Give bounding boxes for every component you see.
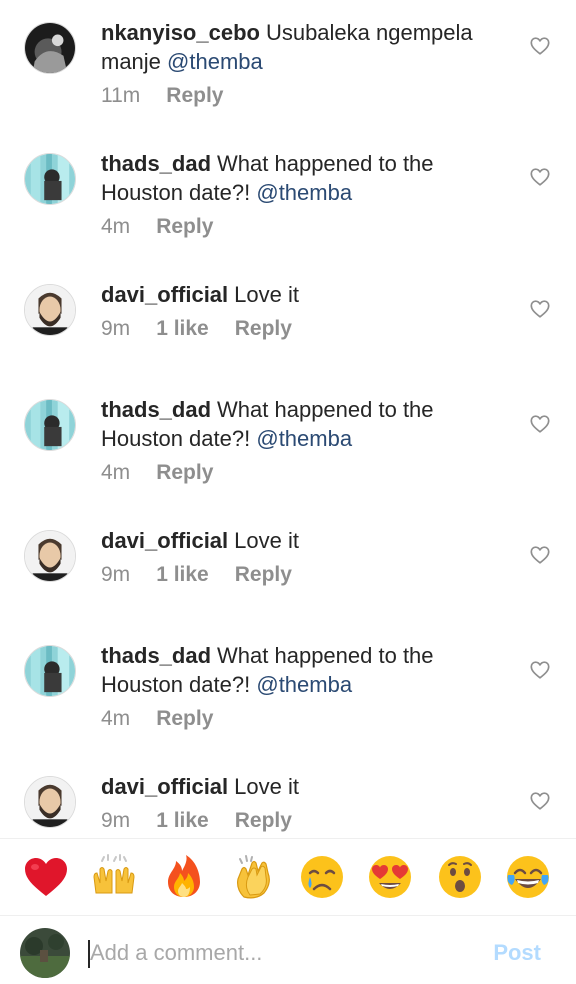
reply-button[interactable]: Reply <box>156 215 213 238</box>
comment-meta: 9m 1 like Reply <box>101 315 481 343</box>
astonished-face-icon[interactable] <box>436 853 484 901</box>
comment-mention[interactable]: @themba <box>256 672 352 697</box>
comment-message: Love it <box>234 528 299 553</box>
comment-message: Love it <box>234 282 299 307</box>
comment-time: 11m <box>101 84 141 107</box>
like-count[interactable]: 1 like <box>156 317 209 340</box>
comment-text: thads_dad What happened to the Houston da… <box>101 395 481 453</box>
post-button[interactable]: Post <box>493 940 541 966</box>
comment-username[interactable]: davi_official <box>101 282 228 307</box>
reply-button[interactable]: Reply <box>235 317 292 340</box>
reply-button[interactable]: Reply <box>235 809 292 832</box>
comment-text: davi_official Love it <box>101 772 481 801</box>
like-heart-icon[interactable] <box>529 35 551 57</box>
comment-body: thads_dad What happened to the Houston da… <box>101 641 481 733</box>
comment-body: nkanyiso_cebo Usubaleka ngempela manje @t… <box>101 18 481 110</box>
red-heart-icon[interactable] <box>22 853 70 901</box>
reply-button[interactable]: Reply <box>166 84 223 107</box>
raising-hands-icon[interactable] <box>90 853 138 901</box>
comment-composer: Post <box>0 916 576 984</box>
comment-meta: 11m Reply <box>101 82 481 110</box>
comment-body: davi_official Love it 9m 1 like Reply <box>101 772 481 835</box>
reply-button[interactable]: Reply <box>156 461 213 484</box>
comment-username[interactable]: nkanyiso_cebo <box>101 20 260 45</box>
comment-body: davi_official Love it 9m 1 like Reply <box>101 526 481 589</box>
comment-body: thads_dad What happened to the Houston da… <box>101 395 481 487</box>
like-heart-icon[interactable] <box>529 544 551 566</box>
avatar[interactable] <box>24 22 76 74</box>
comment-username[interactable]: thads_dad <box>101 643 211 668</box>
comment-message: Love it <box>234 774 299 799</box>
comment-meta: 4m Reply <box>101 459 481 487</box>
comment-text: thads_dad What happened to the Houston da… <box>101 149 481 207</box>
like-count[interactable]: 1 like <box>156 563 209 586</box>
emoji-quick-bar <box>0 839 576 915</box>
like-heart-icon[interactable] <box>529 166 551 188</box>
avatar[interactable] <box>24 284 76 336</box>
like-heart-icon[interactable] <box>529 298 551 320</box>
avatar[interactable] <box>24 645 76 697</box>
avatar[interactable] <box>24 399 76 451</box>
comment-meta: 4m Reply <box>101 213 481 241</box>
comment-time: 4m <box>101 707 131 730</box>
comment-text: davi_official Love it <box>101 280 481 309</box>
comment-mention[interactable]: @themba <box>256 180 352 205</box>
comment-text: davi_official Love it <box>101 526 481 555</box>
comment-meta: 4m Reply <box>101 705 481 733</box>
reply-button[interactable]: Reply <box>156 707 213 730</box>
comment-username[interactable]: thads_dad <box>101 397 211 422</box>
avatar[interactable] <box>24 530 76 582</box>
comment-time: 9m <box>101 563 131 586</box>
avatar[interactable] <box>24 153 76 205</box>
comment-username[interactable]: davi_official <box>101 774 228 799</box>
comment-text: thads_dad What happened to the Houston da… <box>101 641 481 699</box>
fire-icon[interactable] <box>160 853 208 901</box>
comment-username[interactable]: davi_official <box>101 528 228 553</box>
comment-body: davi_official Love it 9m 1 like Reply <box>101 280 481 343</box>
like-heart-icon[interactable] <box>529 413 551 435</box>
clapping-hands-icon[interactable] <box>230 853 278 901</box>
like-count[interactable]: 1 like <box>156 809 209 832</box>
like-heart-icon[interactable] <box>529 790 551 812</box>
comment-time: 9m <box>101 809 131 832</box>
comment-input[interactable] <box>90 936 470 970</box>
comment-meta: 9m 1 like Reply <box>101 561 481 589</box>
comment-username[interactable]: thads_dad <box>101 151 211 176</box>
heart-eyes-face-icon[interactable] <box>366 853 414 901</box>
comment-time: 4m <box>101 215 131 238</box>
comment-list[interactable]: nkanyiso_cebo Usubaleka ngempela manje @t… <box>0 0 576 838</box>
crying-face-icon[interactable] <box>298 853 346 901</box>
tears-of-joy-face-icon[interactable] <box>504 853 552 901</box>
comment-mention[interactable]: @themba <box>167 49 263 74</box>
comment-text: nkanyiso_cebo Usubaleka ngempela manje @t… <box>101 18 481 76</box>
avatar[interactable] <box>24 776 76 828</box>
comment-meta: 9m 1 like Reply <box>101 807 481 835</box>
like-heart-icon[interactable] <box>529 659 551 681</box>
avatar <box>20 928 70 978</box>
comment-body: thads_dad What happened to the Houston da… <box>101 149 481 241</box>
comment-time: 4m <box>101 461 131 484</box>
reply-button[interactable]: Reply <box>235 563 292 586</box>
comment-time: 9m <box>101 317 131 340</box>
comment-mention[interactable]: @themba <box>256 426 352 451</box>
